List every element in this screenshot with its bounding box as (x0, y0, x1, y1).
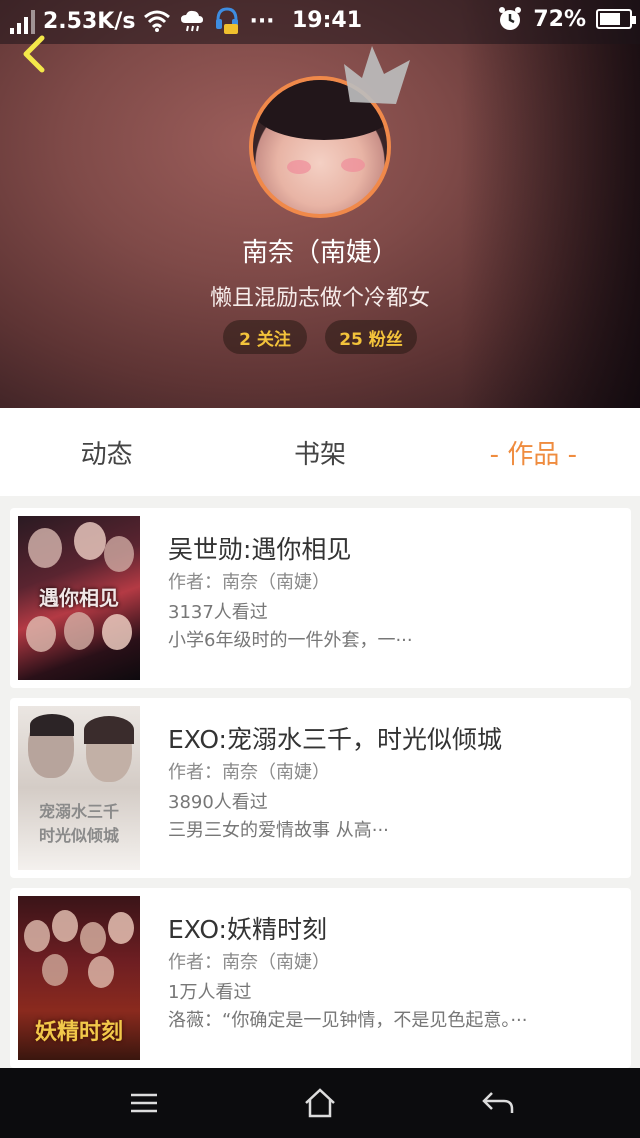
crown-icon (344, 46, 410, 104)
book-card[interactable]: 遇你相见 吴世勋:遇你相见 作者：南奈（南婕） 3137人看过 小学6年级时的一… (10, 508, 631, 688)
follow-count-button[interactable]: 2 关注 (223, 320, 307, 354)
book-author: 作者：南奈（南婕） (168, 952, 330, 973)
profile-tabs: 动态 书架 - 作品 - (0, 408, 640, 496)
menu-icon[interactable] (126, 1085, 162, 1121)
book-reads: 1万人看过 (168, 982, 252, 1003)
cover-title: 遇你相见 (39, 586, 119, 610)
book-author: 作者：南奈（南婕） (168, 572, 330, 593)
alarm-icon (499, 7, 522, 30)
tab-bookshelf[interactable]: 书架 (213, 408, 426, 496)
battery-icon (596, 9, 636, 29)
book-card[interactable]: 宠溺水三千 时光似倾城 EXO:宠溺水三千，时光似倾城 作者：南奈（南婕） 38… (10, 698, 631, 878)
battery-percent: 72% (533, 6, 586, 32)
book-title: EXO:宠溺水三千，时光似倾城 (168, 725, 502, 754)
book-description: 洛薇：“你确定是一见钟情，不是见色起意。··· (168, 1010, 528, 1031)
book-reads: 3137人看过 (168, 602, 268, 623)
cover-title: 宠溺水三千 (38, 802, 119, 821)
home-icon[interactable] (302, 1085, 338, 1121)
notification-app-icon (216, 7, 239, 34)
book-description: 三男三女的爱情故事 从高··· (168, 820, 389, 841)
more-notifications: ··· (249, 8, 275, 34)
book-cover[interactable]: 妖精时刻 (18, 896, 140, 1060)
profile-name: 南奈（南婕） (241, 238, 398, 268)
cover-subtitle: 时光似倾城 (38, 826, 119, 845)
clock: 19:41 (292, 8, 363, 33)
book-author: 作者：南奈（南婕） (168, 762, 330, 783)
return-icon[interactable] (480, 1085, 516, 1121)
book-cover[interactable]: 遇你相见 (18, 516, 140, 680)
profile-bio: 懒且混励志做个冷都女 (209, 286, 430, 311)
book-cover[interactable]: 宠溺水三千 时光似倾城 (18, 706, 140, 870)
book-title: EXO:妖精时刻 (168, 915, 327, 944)
book-title: 吴世勋:遇你相见 (168, 535, 352, 564)
system-nav-bar (0, 1068, 640, 1138)
cloud-icon (181, 10, 204, 32)
book-description: 小学6年级时的一件外套，一··· (168, 630, 413, 651)
profile-header: 2.53K/s ··· 19:41 72% 南奈（南婕） 懒且混励志做个冷都女 … (0, 0, 640, 408)
signal-icon (10, 8, 35, 34)
back-icon[interactable] (14, 34, 54, 74)
wifi-icon (144, 10, 171, 32)
tab-works[interactable]: - 作品 - (427, 408, 640, 496)
network-speed: 2.53K/s (43, 8, 136, 34)
tab-activity[interactable]: 动态 (0, 408, 213, 496)
works-list: 遇你相见 吴世勋:遇你相见 作者：南奈（南婕） 3137人看过 小学6年级时的一… (10, 508, 631, 1078)
status-bar: 2.53K/s ··· 19:41 72% (0, 0, 640, 44)
fans-count-button[interactable]: 25 粉丝 (325, 320, 417, 354)
book-reads: 3890人看过 (168, 792, 268, 813)
book-card[interactable]: 妖精时刻 EXO:妖精时刻 作者：南奈（南婕） 1万人看过 洛薇：“你确定是一见… (10, 888, 631, 1068)
cover-title: 妖精时刻 (34, 1019, 123, 1045)
